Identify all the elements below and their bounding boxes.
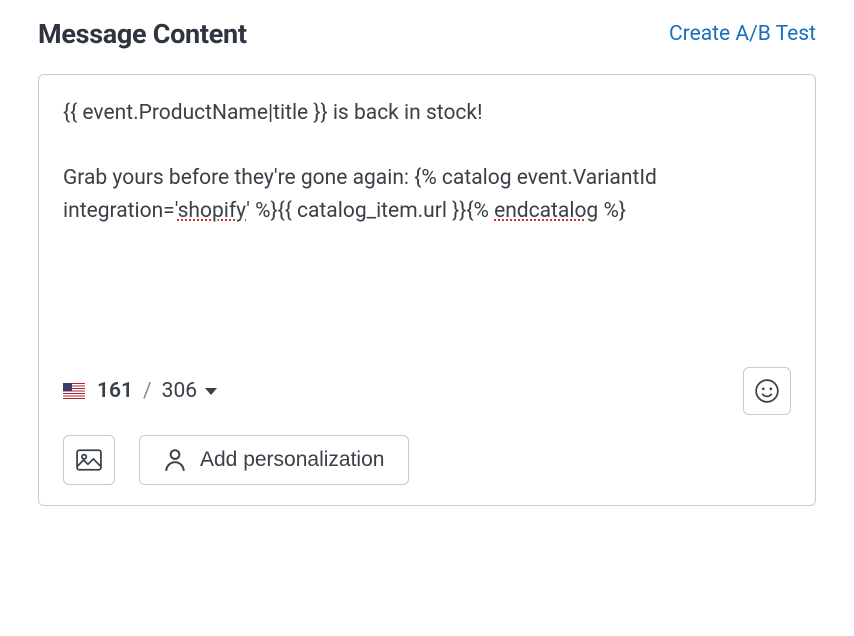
bottom-actions-row: Add personalization	[63, 435, 791, 485]
char-count-current: 161	[97, 379, 133, 403]
message-textarea[interactable]: {{ event.ProductName|title }} is back in…	[63, 97, 791, 357]
section-title: Message Content	[38, 18, 247, 50]
char-count-separator: /	[139, 379, 156, 403]
message-content-box: {{ event.ProductName|title }} is back in…	[38, 74, 816, 506]
add-personalization-button[interactable]: Add personalization	[139, 435, 409, 485]
char-count-max: 306	[162, 379, 197, 403]
add-personalization-label: Add personalization	[200, 448, 384, 472]
person-icon	[164, 448, 186, 472]
emoji-icon	[754, 378, 780, 404]
create-ab-test-link[interactable]: Create A/B Test	[669, 22, 816, 46]
image-icon	[76, 449, 102, 471]
us-flag-icon	[63, 383, 85, 399]
counter-row: 161 / 306	[63, 367, 791, 415]
emoji-picker-button[interactable]	[743, 367, 791, 415]
chevron-down-icon	[205, 388, 217, 395]
char-counter-dropdown[interactable]: 161 / 306	[63, 379, 217, 403]
insert-image-button[interactable]	[63, 435, 115, 485]
